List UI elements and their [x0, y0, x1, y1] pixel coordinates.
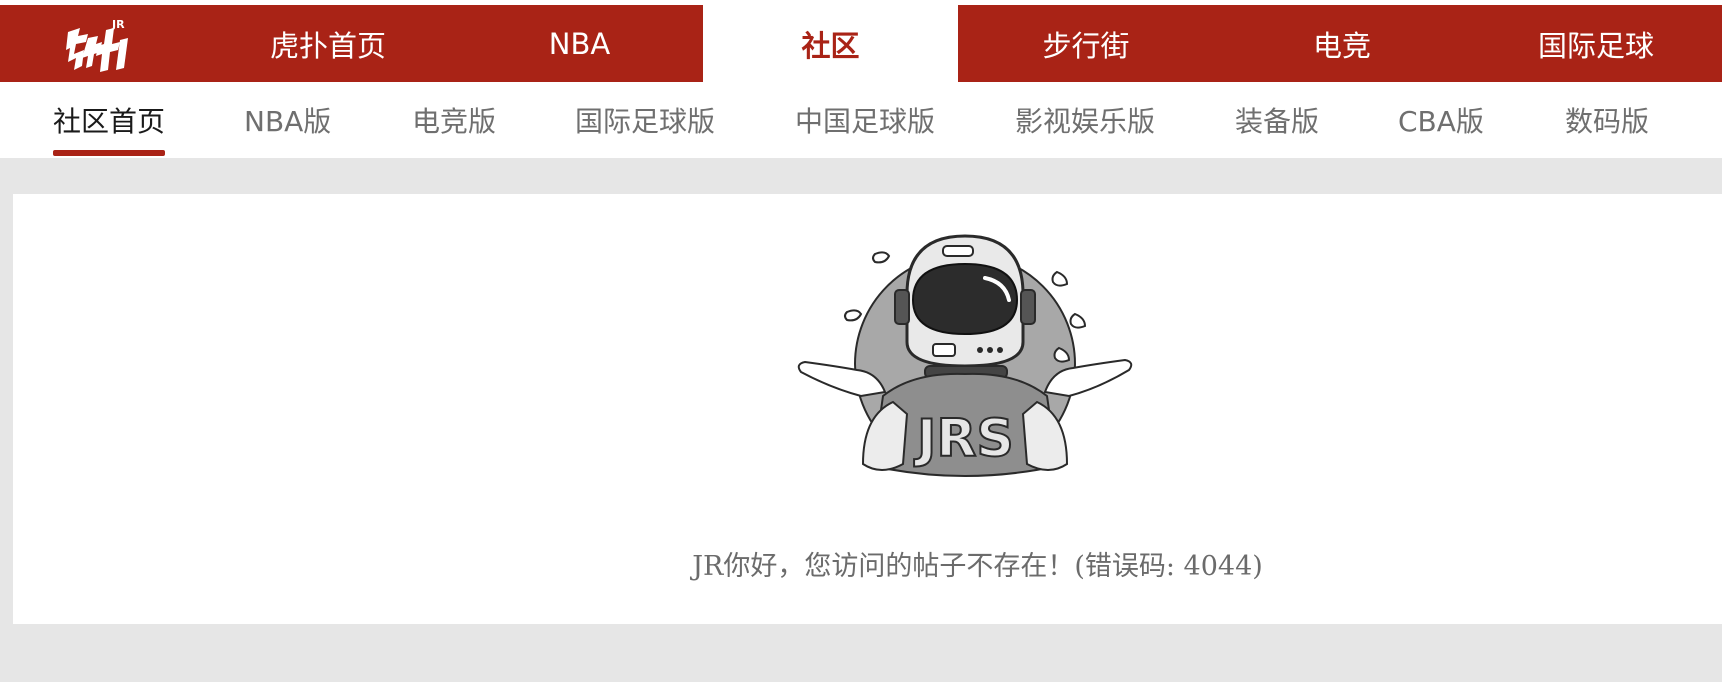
subnav-digital[interactable]: 数码版: [1565, 82, 1649, 158]
subnav-film-entertainment[interactable]: 影视娱乐版: [1015, 82, 1155, 158]
subnav-esports[interactable]: 电竞版: [412, 82, 496, 158]
nav-hupu-home[interactable]: 虎扑首页: [200, 5, 456, 82]
subnav-gear[interactable]: 装备版: [1235, 82, 1319, 158]
shirt-text: JRS: [914, 409, 1014, 469]
error-message: JR你好，您访问的帖子不存在！(错误码: 4044): [692, 551, 1263, 582]
nav-esports[interactable]: 电竞: [1214, 5, 1470, 82]
nav-community[interactable]: 社区: [703, 5, 958, 82]
active-tab-underline: [53, 150, 165, 156]
astronaut-shrug-icon: JRS: [775, 224, 1155, 484]
top-nav-items: JR 虎扑首页 NBA 社区 步行街 电竞 国际足球: [0, 5, 1722, 82]
subnav-china-football[interactable]: 中国足球版: [795, 82, 935, 158]
nav-intl-football[interactable]: 国际足球: [1470, 5, 1722, 82]
nav-pedestrian-street[interactable]: 步行街: [958, 5, 1214, 82]
sub-navbar: 社区首页 NBA版 电竞版 国际足球版 中国足球版 影视娱乐版 装备版 CBA版…: [0, 82, 1722, 158]
subnav-nba[interactable]: NBA版: [244, 82, 331, 158]
top-navbar: JR 虎扑首页 NBA 社区 步行街 电竞 国际足球: [0, 0, 1722, 82]
subnav-intl-football[interactable]: 国际足球版: [575, 82, 715, 158]
nav-nba[interactable]: NBA: [456, 5, 703, 82]
error-card: JRS JR你好，您访问的帖子不存在！(错误码: 4044): [13, 194, 1722, 624]
svg-text:JR: JR: [111, 18, 125, 31]
subnav-community-home[interactable]: 社区首页: [53, 82, 165, 158]
hupu-logo-icon: JR: [62, 14, 138, 74]
subnav-cba[interactable]: CBA版: [1398, 82, 1484, 158]
hupu-logo[interactable]: JR: [0, 5, 200, 82]
